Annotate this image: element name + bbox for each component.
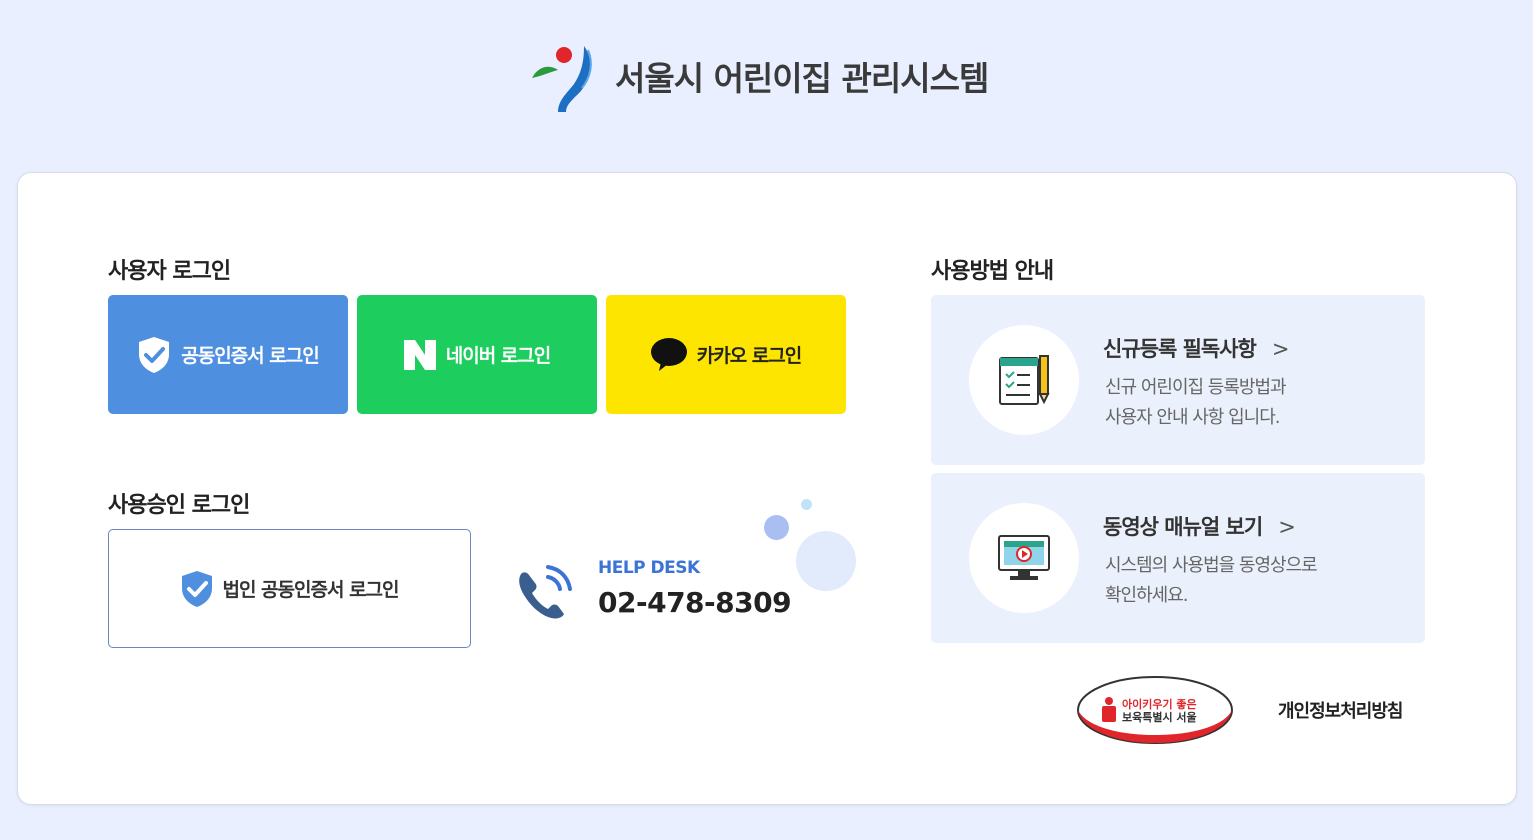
header: 서울시 어린이집 관리시스템 <box>0 0 1533 140</box>
guide-item-title-text: 신규등록 필독사항 <box>1103 337 1257 361</box>
site-title: 서울시 어린이집 관리시스템 <box>615 59 989 98</box>
naver-login-label: 네이버 로그인 <box>445 345 551 367</box>
guide-item-title: 신규등록 필독사항 > <box>1103 333 1290 363</box>
chevron-right-icon: > <box>1271 337 1290 361</box>
guide-item-registration[interactable]: 신규등록 필독사항 > 신규 어린이집 등록방법과 사용자 안내 사항 입니다. <box>931 295 1425 465</box>
naver-login-button[interactable]: 네이버 로그인 <box>357 295 597 414</box>
helpdesk-number: 02-478-8309 <box>598 586 792 619</box>
decor-dot <box>801 499 812 510</box>
login-card: 사용자 로그인 공동인증서 로그인 네이버 로그인 카카오 로그인 사용승인 로… <box>17 172 1517 805</box>
user-login-title: 사용자 로그인 <box>108 259 231 284</box>
guide-title: 사용방법 안내 <box>931 259 1054 284</box>
guide-icon-circle <box>969 503 1079 613</box>
naver-n-icon <box>403 339 436 370</box>
cert-login-label: 공동인증서 로그인 <box>181 345 319 367</box>
privacy-policy-link[interactable]: 개인정보처리방침 <box>1278 697 1403 723</box>
helpdesk-label: HELP DESK <box>598 558 700 578</box>
badge-text-line2: 보육특별시 서울 <box>1122 710 1197 724</box>
cert-login-button[interactable]: 공동인증서 로그인 <box>108 295 348 414</box>
document-checklist-icon <box>999 355 1050 405</box>
guide-item-title-text: 동영상 매뉴얼 보기 <box>1103 515 1263 539</box>
decor-dot <box>796 531 856 591</box>
corp-cert-login-button[interactable]: 법인 공동인증서 로그인 <box>108 529 471 648</box>
childcare-city-seoul-badge[interactable]: 아이키우기 좋은 보육특별시 서울 <box>1075 673 1235 747</box>
kakao-speech-bubble-icon <box>650 337 687 371</box>
monitor-video-icon <box>998 535 1050 580</box>
shield-check-icon <box>139 336 170 373</box>
corp-cert-login-label: 법인 공동인증서 로그인 <box>222 579 399 601</box>
guide-item-desc: 시스템의 사용법을 동영상으로 확인하세요. <box>1105 555 1318 606</box>
decor-dot <box>764 515 789 540</box>
badge-text-line1: 아이키우기 좋은 <box>1122 697 1197 711</box>
guide-item-video-manual[interactable]: 동영상 매뉴얼 보기 > 시스템의 사용법을 동영상으로 확인하세요. <box>931 473 1425 643</box>
approval-login-title: 사용승인 로그인 <box>108 493 250 518</box>
guide-item-desc: 신규 어린이집 등록방법과 사용자 안내 사항 입니다. <box>1105 377 1287 428</box>
kakao-login-button[interactable]: 카카오 로그인 <box>606 295 846 414</box>
seoul-logo-icon <box>532 46 592 112</box>
shield-check-icon <box>182 570 213 607</box>
guide-item-title: 동영상 매뉴얼 보기 > <box>1103 511 1296 541</box>
phone-call-icon <box>519 565 572 619</box>
chevron-right-icon: > <box>1278 515 1296 539</box>
kakao-login-label: 카카오 로그인 <box>696 345 802 367</box>
guide-icon-circle <box>969 325 1079 435</box>
